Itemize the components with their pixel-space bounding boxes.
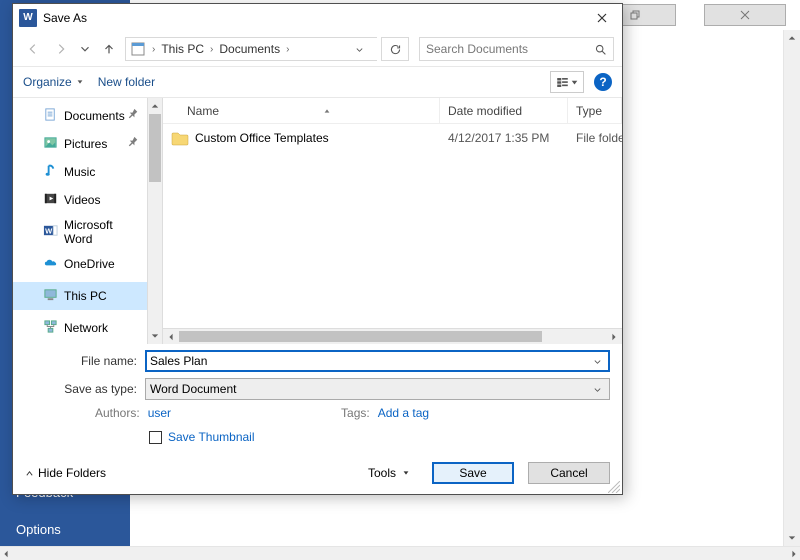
dialog-title: Save As — [43, 11, 87, 25]
dialog-titlebar: W Save As — [13, 4, 622, 32]
tree-item-videos[interactable]: Videos — [13, 186, 147, 214]
network-icon — [43, 319, 58, 337]
sidebar-item-options[interactable]: Options — [0, 511, 130, 548]
authors-value[interactable]: user — [148, 406, 171, 420]
doc-icon — [43, 107, 58, 125]
filename-label: File name: — [25, 354, 137, 368]
pics-icon — [43, 135, 58, 153]
refresh-button[interactable] — [381, 37, 409, 61]
app-vertical-scrollbar[interactable] — [783, 30, 800, 546]
thispc-icon — [43, 287, 58, 305]
filename-history-button[interactable] — [589, 357, 605, 366]
column-name[interactable]: Name — [163, 98, 440, 123]
tree-item-music[interactable]: Music — [13, 158, 147, 186]
save-button[interactable]: Save — [432, 462, 514, 484]
tree-item-network[interactable]: Network — [13, 314, 147, 342]
chevron-right-icon: › — [206, 44, 217, 55]
tree-item-label: OneDrive — [64, 257, 115, 271]
save-thumbnail-checkbox[interactable] — [149, 431, 162, 444]
filename-input[interactable] — [150, 354, 589, 368]
view-options-button[interactable] — [550, 71, 584, 93]
organize-button[interactable]: Organize — [23, 75, 84, 89]
music-icon — [43, 163, 58, 181]
file-list: Name Date modified Type Custom Office Te… — [163, 98, 622, 344]
tree-item-label: This PC — [64, 289, 107, 303]
tree-item-onedrive[interactable]: OneDrive — [13, 250, 147, 278]
authors-label: Authors: — [95, 406, 140, 420]
breadcrumb-this-pc[interactable]: This PC — [161, 42, 204, 56]
search-box[interactable] — [419, 37, 614, 61]
pin-icon — [126, 135, 141, 153]
tree-item-label: Documents — [64, 109, 125, 123]
tree-item-pictures[interactable]: Pictures — [13, 130, 147, 158]
new-folder-button[interactable]: New folder — [98, 75, 155, 89]
tree-item-microsoft-word[interactable]: W Microsoft Word — [13, 218, 147, 246]
column-date[interactable]: Date modified — [440, 98, 568, 123]
toolbar: Organize New folder ? — [13, 66, 622, 98]
chevron-right-icon: › — [148, 44, 159, 55]
tree-item-label: Pictures — [64, 137, 107, 151]
tags-value[interactable]: Add a tag — [378, 406, 429, 420]
search-icon — [594, 43, 607, 56]
close-app-button[interactable] — [704, 4, 786, 26]
back-button[interactable] — [21, 37, 45, 61]
tree-item-this-pc[interactable]: This PC — [13, 282, 147, 310]
sort-asc-icon — [323, 104, 331, 118]
save-as-dialog: W Save As › This PC › Documents › Organi… — [12, 3, 623, 495]
help-button[interactable]: ? — [594, 73, 612, 91]
resize-grip[interactable] — [608, 480, 620, 492]
tree-item-documents[interactable]: Documents — [13, 102, 147, 130]
file-date: 4/12/2017 1:35 PM — [440, 131, 568, 145]
word-icon: W — [43, 223, 58, 241]
video-icon — [43, 191, 58, 209]
breadcrumb-history-button[interactable] — [345, 45, 373, 54]
tree-item-label: Videos — [64, 193, 100, 207]
breadcrumb[interactable]: › This PC › Documents › — [125, 37, 377, 61]
saveastype-label: Save as type: — [25, 382, 137, 396]
recent-locations-button[interactable] — [77, 37, 93, 61]
tools-button[interactable]: Tools — [368, 466, 410, 480]
tree-scrollbar[interactable] — [147, 98, 163, 344]
tree-item-label: Network — [64, 321, 108, 335]
pin-icon — [126, 107, 141, 125]
location-icon — [130, 41, 146, 57]
column-headers: Name Date modified Type — [163, 98, 622, 124]
tree-item-label: Music — [64, 165, 95, 179]
saveastype-field[interactable]: Word Document — [145, 378, 610, 400]
svg-text:W: W — [45, 226, 53, 235]
filename-field[interactable] — [145, 350, 610, 372]
file-type: File folder — [568, 131, 622, 145]
file-name: Custom Office Templates — [195, 131, 329, 145]
cancel-button[interactable]: Cancel — [528, 462, 610, 484]
form-area: File name: Save as type: Word Document A… — [13, 344, 622, 456]
nav-row: › This PC › Documents › — [13, 32, 622, 66]
up-button[interactable] — [97, 37, 121, 61]
hide-folders-button[interactable]: Hide Folders — [25, 466, 106, 480]
search-input[interactable] — [426, 42, 594, 56]
app-horizontal-scrollbar[interactable] — [0, 546, 800, 560]
file-row[interactable]: Custom Office Templates 4/12/2017 1:35 PM… — [163, 124, 622, 152]
breadcrumb-documents[interactable]: Documents — [219, 42, 280, 56]
dialog-actions: Hide Folders Tools Save Cancel — [13, 456, 622, 494]
forward-button[interactable] — [49, 37, 73, 61]
save-thumbnail-label[interactable]: Save Thumbnail — [168, 430, 255, 444]
column-type[interactable]: Type — [568, 98, 622, 123]
chevron-right-icon: › — [282, 44, 293, 55]
tree-item-label: Microsoft Word — [64, 218, 141, 246]
filelist-scrollbar-h[interactable] — [163, 328, 622, 344]
onedrive-icon — [43, 255, 58, 273]
saveastype-value: Word Document — [150, 382, 589, 396]
nav-tree: Documents Pictures Music Videos W Microsoft W… — [13, 98, 163, 344]
tags-label: Tags: — [341, 406, 370, 420]
saveastype-dropdown-button[interactable] — [589, 385, 605, 394]
word-icon: W — [19, 9, 37, 27]
close-dialog-button[interactable] — [582, 5, 622, 31]
